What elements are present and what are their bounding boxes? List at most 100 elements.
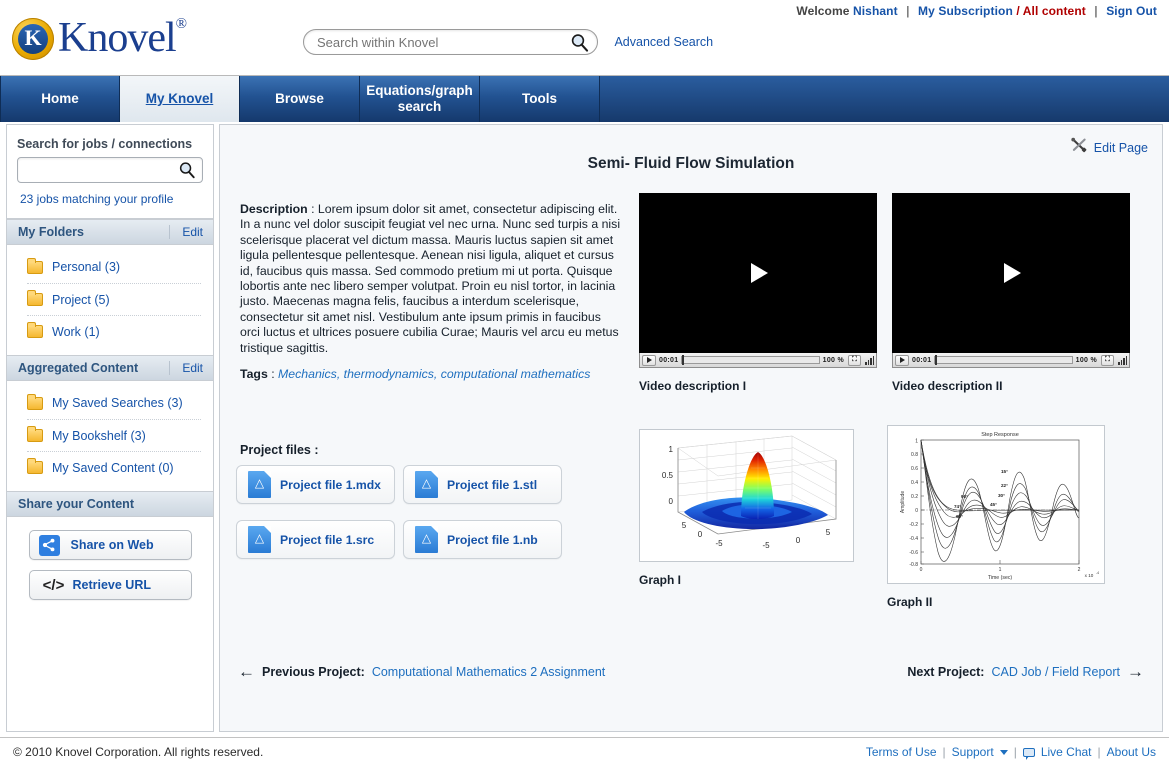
graph-2-image[interactable]: Step Response 1 0.8 0.6 0.4 0.2 0 -0.2 -…: [887, 425, 1105, 584]
sidebar-item-my-saved-searches[interactable]: My Saved Searches (3): [7, 387, 213, 419]
video-time: 00:01: [659, 356, 679, 364]
next-project-link[interactable]: CAD Job / Field Report: [991, 665, 1120, 679]
nav-item-home[interactable]: Home: [0, 76, 120, 122]
project-file-button-stl[interactable]: △ Project file 1.stl: [403, 465, 562, 504]
sidebar-item-label: Work (1): [52, 324, 100, 339]
svg-text:0.5: 0.5: [662, 471, 674, 480]
about-us-link[interactable]: About Us: [1107, 745, 1156, 759]
svg-text:0.6: 0.6: [911, 466, 918, 472]
live-chat-link[interactable]: Live Chat: [1041, 745, 1092, 759]
search-icon[interactable]: [178, 161, 196, 179]
content-area: Search for jobs / connections 23 jobs ma…: [0, 122, 1169, 737]
nav-item-tools[interactable]: Tools: [480, 76, 600, 122]
knovel-logo[interactable]: K Knovel®: [12, 16, 187, 62]
footer-separator: |: [1097, 745, 1101, 759]
support-link[interactable]: Support: [952, 745, 994, 759]
sidebar-item-personal[interactable]: Personal (3): [7, 251, 213, 283]
username-link[interactable]: Nishant: [853, 4, 898, 18]
advanced-search-link[interactable]: Advanced Search: [614, 35, 713, 49]
svg-text:15°: 15°: [1001, 469, 1008, 474]
job-search-input[interactable]: [25, 158, 175, 182]
volume-icon[interactable]: [1117, 355, 1127, 365]
nav-item-equations-graph-search[interactable]: Equations/graph search: [360, 76, 480, 122]
welcome-label: Welcome: [796, 4, 850, 18]
caret-down-icon[interactable]: [999, 749, 1008, 755]
svg-text:60°: 60°: [956, 514, 963, 519]
fullscreen-icon[interactable]: ⛶: [848, 354, 861, 366]
play-icon[interactable]: [751, 263, 768, 283]
sign-out-link[interactable]: Sign Out: [1106, 4, 1157, 18]
video-scrubber[interactable]: [934, 355, 1073, 365]
edit-aggregated-content-link[interactable]: Edit: [169, 361, 203, 375]
search-icon[interactable]: [570, 33, 589, 52]
svg-text:0.4: 0.4: [911, 480, 918, 486]
volume-icon[interactable]: [864, 355, 874, 365]
fullscreen-icon[interactable]: ⛶: [1101, 354, 1114, 366]
nav-item-my-knovel[interactable]: My Knovel: [120, 76, 240, 122]
sidebar-item-work[interactable]: Work (1): [27, 315, 201, 347]
document-icon: △: [248, 471, 271, 498]
svg-text:1: 1: [999, 567, 1002, 573]
footer-separator: |: [942, 745, 946, 759]
svg-text:-0.4: -0.4: [909, 536, 918, 542]
project-navigation: ← Previous Project: Computational Mathem…: [220, 663, 1162, 693]
project-file-button-nb[interactable]: △ Project file 1.nb: [403, 520, 562, 559]
svg-text:-4: -4: [1096, 571, 1099, 575]
svg-text:0: 0: [796, 536, 801, 545]
search-input[interactable]: [315, 30, 565, 54]
svg-text:Amplitude: Amplitude: [900, 491, 906, 513]
logo-badge-icon: K: [12, 18, 54, 60]
sidebar-job-search-block: Search for jobs / connections 23 jobs ma…: [7, 125, 213, 219]
sidebar-item-my-bookshelf[interactable]: My Bookshelf (3): [27, 419, 201, 451]
section-title: Share your Content: [18, 497, 134, 511]
play-button[interactable]: [642, 354, 656, 366]
copyright-text: © 2010 Knovel Corporation. All rights re…: [13, 745, 264, 759]
document-icon: △: [248, 526, 271, 553]
next-project[interactable]: Next Project: CAD Job / Field Report →: [907, 663, 1144, 680]
project-file-button-mdx[interactable]: △ Project file 1.mdx: [236, 465, 395, 504]
graph-1-image[interactable]: 1 0.5 0 5 0 -5 -5 0 5: [639, 429, 854, 562]
sidebar-item-label: Project (5): [52, 292, 110, 307]
sidebar-section-my-folders: My Folders Edit Personal (3) Project (5)…: [7, 219, 213, 355]
previous-project-label: Previous Project:: [262, 664, 365, 679]
svg-text:22°: 22°: [1001, 483, 1008, 488]
svg-text:0: 0: [669, 497, 674, 506]
nav-item-browse[interactable]: Browse: [240, 76, 360, 122]
chat-icon[interactable]: [1022, 747, 1035, 760]
search-box[interactable]: [303, 29, 598, 55]
share-on-web-button[interactable]: Share on Web: [28, 530, 192, 560]
terms-of-use-link[interactable]: Terms of Use: [866, 745, 937, 759]
jobs-matching-link[interactable]: 23 jobs matching your profile: [7, 183, 213, 218]
previous-project[interactable]: ← Previous Project: Computational Mathem…: [238, 663, 605, 680]
play-icon[interactable]: [1004, 263, 1021, 283]
sidebar-item-project[interactable]: Project (5): [27, 283, 201, 315]
description-text: Lorem ipsum dolor sit amet, consectetur …: [240, 202, 621, 355]
project-file-button-src[interactable]: △ Project file 1.src: [236, 520, 395, 559]
video-scrubber[interactable]: [681, 355, 820, 365]
svg-text:-5: -5: [762, 541, 770, 550]
tags-values[interactable]: Mechanics, thermodynamics, computational…: [278, 367, 590, 381]
svg-text:x 10: x 10: [1085, 573, 1094, 578]
sidebar-item-label: Personal (3): [52, 260, 121, 274]
retrieve-url-button[interactable]: </> Retrieve URL: [28, 570, 192, 600]
sidebar-item-my-saved-content[interactable]: My Saved Content (0): [27, 451, 201, 483]
video-screen[interactable]: [639, 193, 877, 353]
tags-label: Tags: [240, 367, 268, 381]
play-button[interactable]: [895, 354, 909, 366]
previous-project-link[interactable]: Computational Mathematics 2 Assignment: [372, 665, 605, 679]
svg-text:0.8: 0.8: [911, 452, 918, 458]
all-content-link[interactable]: All content: [1023, 4, 1086, 18]
code-icon: </>: [42, 576, 65, 594]
job-search-title: Search for jobs / connections: [17, 137, 193, 151]
footer-links: Terms of Use | Support | Live Chat | Abo…: [866, 745, 1156, 760]
job-search-box[interactable]: [17, 157, 203, 183]
edit-my-folders-link[interactable]: Edit: [169, 225, 203, 239]
my-subscription-link[interactable]: My Subscription: [918, 4, 1013, 18]
video-controls: 00:01 100 % ⛶: [639, 353, 877, 368]
folder-icon: [27, 257, 43, 274]
sidebar: Search for jobs / connections 23 jobs ma…: [6, 124, 214, 732]
svg-text:Step Response: Step Response: [981, 432, 1019, 438]
tags-block: Tags : Mechanics, thermodynamics, comput…: [240, 367, 640, 381]
svg-text:-0.2: -0.2: [909, 522, 918, 528]
video-screen[interactable]: [892, 193, 1130, 353]
